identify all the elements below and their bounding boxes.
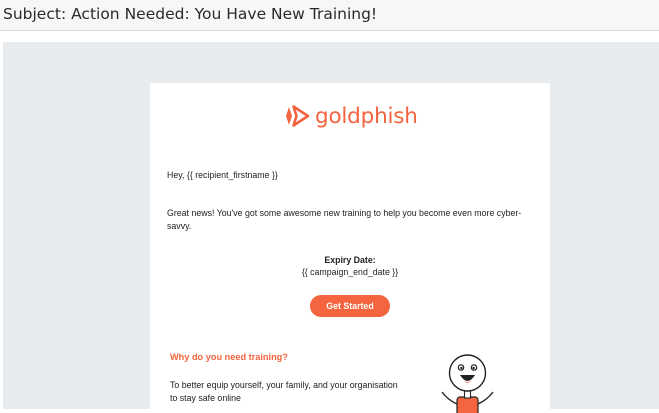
play-arrow-logo-icon bbox=[286, 105, 310, 127]
expiry-label: Expiry Date: bbox=[324, 255, 376, 265]
expiry-value: {{ campaign_end_date }} bbox=[301, 267, 399, 277]
cartoon-person-icon bbox=[441, 354, 494, 413]
email-subject: Subject: Action Needed: You Have New Tra… bbox=[3, 5, 378, 23]
intro-paragraph: Great news! You've got some awesome new … bbox=[167, 208, 522, 231]
email-preview-area: goldphish Hey, {{ recipient_firstname }}… bbox=[3, 42, 659, 413]
email-subject-bar: Subject: Action Needed: You Have New Tra… bbox=[0, 0, 659, 31]
email-card: goldphish Hey, {{ recipient_firstname }}… bbox=[150, 83, 550, 413]
brand-logo: goldphish bbox=[282, 101, 418, 131]
greeting-text: Hey, {{ recipient_firstname }} bbox=[167, 170, 278, 180]
why-training-text: To better equip yourself, your family, a… bbox=[170, 380, 398, 403]
get-started-button[interactable]: Get Started bbox=[310, 295, 390, 317]
brand-name: goldphish bbox=[315, 103, 418, 129]
why-training-heading: Why do you need training? bbox=[170, 352, 288, 362]
